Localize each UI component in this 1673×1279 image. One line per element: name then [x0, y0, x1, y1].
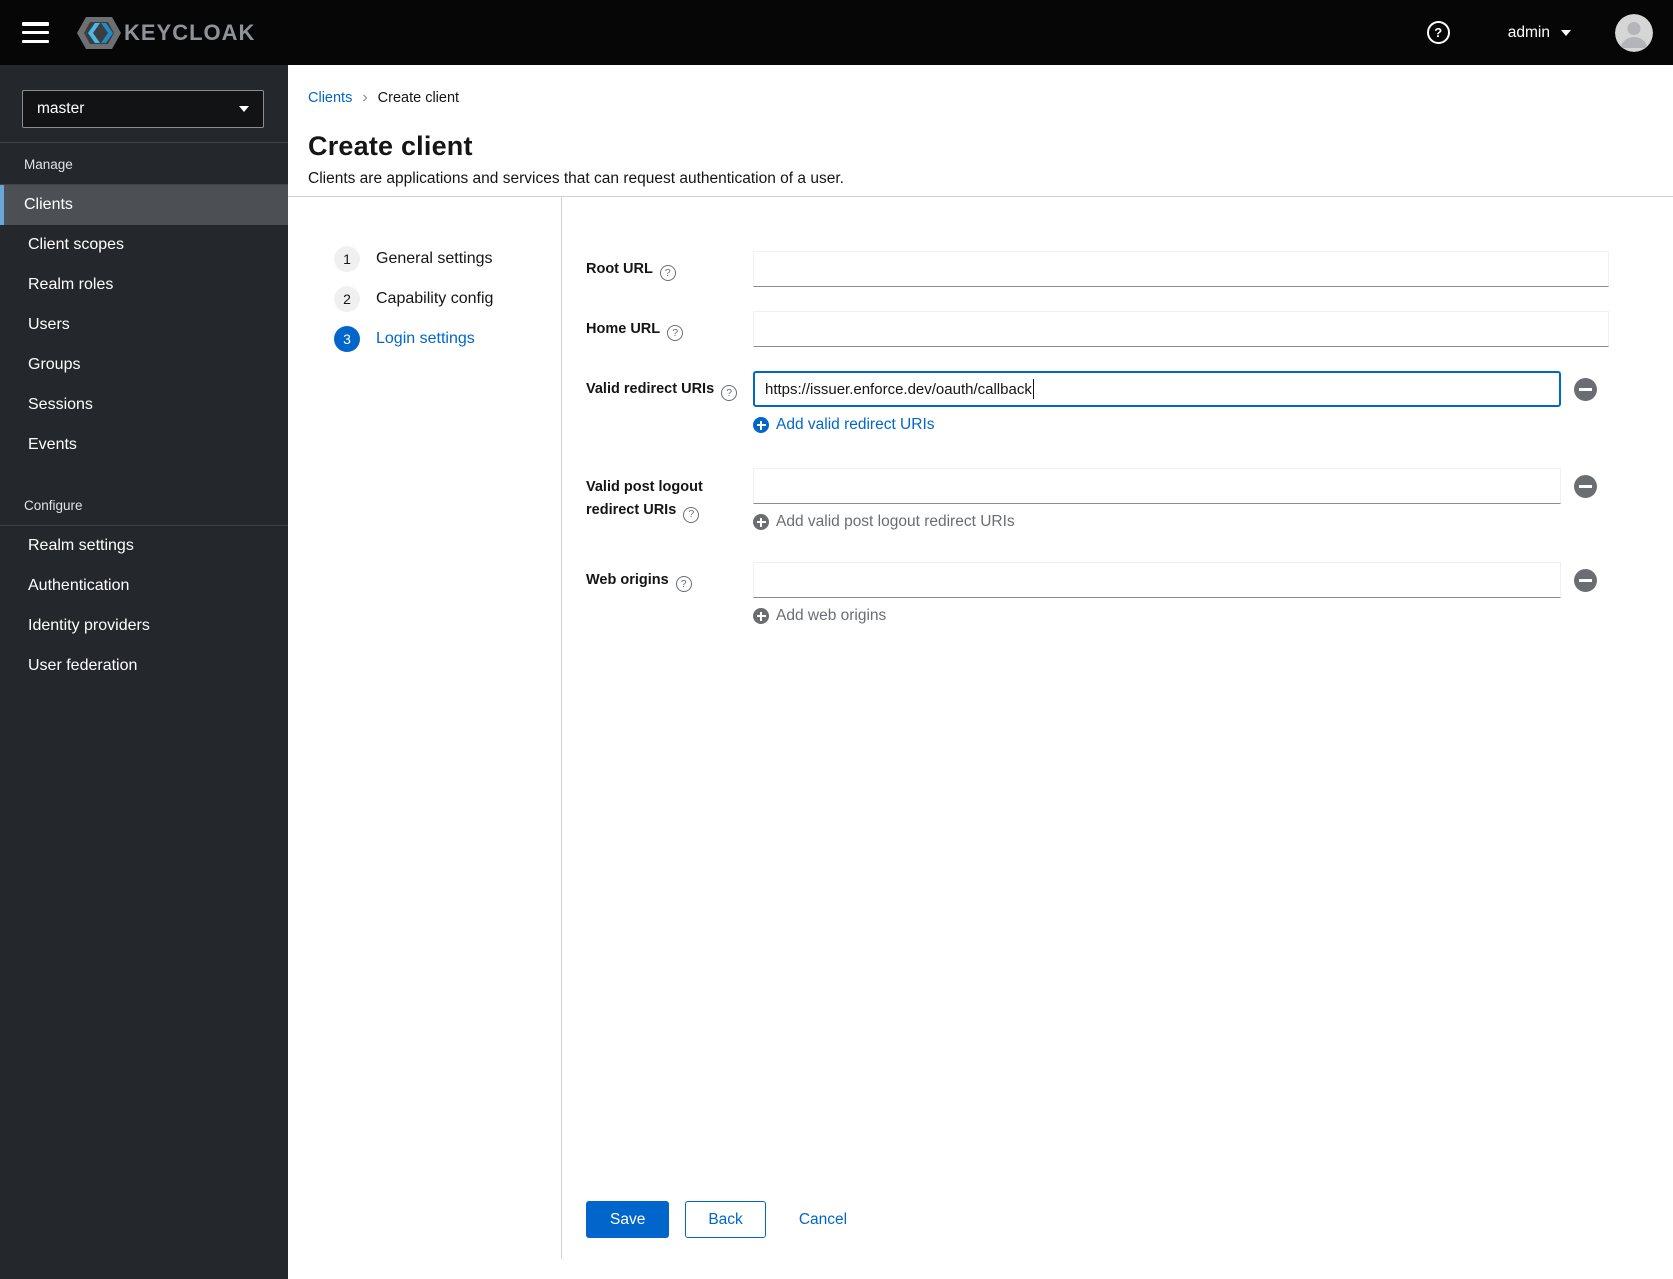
realm-selector-value: master	[37, 100, 85, 117]
help-icon[interactable]: ?	[675, 576, 692, 592]
avatar-person-icon	[1615, 13, 1653, 52]
topbar: KEYCLOAK ? admin	[0, 0, 1673, 65]
wizard-step-general-settings[interactable]: 1 General settings	[334, 239, 562, 279]
realm-selector[interactable]: master	[22, 90, 264, 128]
avatar[interactable]	[1615, 13, 1653, 52]
step-number: 3	[334, 326, 360, 352]
web-origins-label: Web origins?	[586, 562, 753, 598]
step-number: 1	[334, 246, 360, 272]
chevron-down-icon	[239, 106, 249, 112]
username: admin	[1507, 23, 1550, 41]
sidebar-item-users[interactable]: Users	[0, 305, 288, 345]
wizard-steps: 1 General settings 2 Capability config 3…	[288, 197, 562, 1279]
back-button[interactable]: Back	[685, 1201, 766, 1238]
help-icon[interactable]: ?	[659, 265, 676, 281]
keycloak-logo: KEYCLOAK	[76, 13, 255, 53]
remove-web-origin-button[interactable]	[1574, 568, 1597, 592]
wizard-content: 1 General settings 2 Capability config 3…	[288, 197, 1673, 1279]
wizard-step-capability-config[interactable]: 2 Capability config	[334, 279, 562, 319]
remove-redirect-uri-button[interactable]	[1574, 377, 1597, 401]
sidebar-item-realm-settings[interactable]: Realm settings	[0, 526, 288, 566]
help-icon[interactable]: ?	[683, 506, 700, 523]
web-origins-group: Add web origins	[753, 562, 1597, 625]
web-origins-input[interactable]	[753, 562, 1561, 598]
add-web-origins-button[interactable]: Add web origins	[753, 607, 886, 625]
save-button[interactable]: Save	[586, 1201, 670, 1238]
root-url-row: Root URL?	[586, 251, 1673, 287]
remove-post-logout-uri-button[interactable]	[1574, 474, 1597, 498]
keycloak-logo-text: KEYCLOAK	[124, 19, 256, 45]
sidebar-item-client-scopes[interactable]: Client scopes	[0, 225, 288, 265]
help-icon[interactable]: ?	[1426, 21, 1450, 44]
post-logout-uris-label: Valid post logout redirect URIs?	[586, 468, 753, 523]
login-settings-form: Root URL? Home URL? Valid redirect URIs?	[562, 197, 1673, 1279]
hamburger-menu-icon[interactable]	[22, 22, 49, 43]
breadcrumb-current: Create client	[377, 90, 460, 106]
nav-list-manage: Clients Client scopes Realm roles Users …	[0, 185, 288, 465]
home-url-input[interactable]	[753, 311, 1609, 347]
nav-section-manage: Manage	[0, 143, 288, 185]
keycloak-admin-console: KEYCLOAK ? admin master Manage Clients C…	[0, 0, 1673, 1279]
page-subtitle: Clients are applications and services th…	[308, 170, 844, 187]
step-number: 2	[334, 286, 360, 312]
page-header: Clients › Create client Create client Cl…	[288, 65, 1673, 197]
help-icon[interactable]: ?	[667, 325, 684, 341]
post-logout-uris-input[interactable]	[753, 468, 1561, 504]
chevron-right-icon: ›	[362, 89, 368, 106]
page-title: Create client	[308, 131, 473, 161]
keycloak-logo-icon	[77, 16, 121, 49]
post-logout-uris-row: Valid post logout redirect URIs? Add val…	[586, 468, 1673, 531]
chevron-down-icon	[1561, 29, 1571, 36]
step-label: General settings	[376, 250, 493, 267]
form-actions: Save Back Cancel	[586, 1201, 847, 1238]
sidebar-item-identity-providers[interactable]: Identity providers	[0, 606, 288, 646]
user-menu-dropdown[interactable]: admin	[1508, 24, 1571, 42]
wizard-step-login-settings[interactable]: 3 Login settings	[334, 319, 562, 359]
valid-redirect-uris-value: https://issuer.enforce.dev/oauth/callbac…	[765, 380, 1032, 398]
valid-redirect-uris-row: Valid redirect URIs? https://issuer.enfo…	[586, 371, 1673, 434]
sidebar-item-user-federation[interactable]: User federation	[0, 646, 288, 686]
breadcrumb-clients-link[interactable]: Clients	[308, 90, 352, 106]
step-label: Login settings	[376, 330, 475, 347]
main-content: Clients › Create client Create client Cl…	[288, 65, 1673, 1279]
nav-section-configure: Configure	[0, 465, 288, 526]
valid-redirect-uris-group: https://issuer.enforce.dev/oauth/callbac…	[753, 371, 1597, 434]
sidebar: master Manage Clients Client scopes Real…	[0, 65, 288, 1279]
sidebar-item-sessions[interactable]: Sessions	[0, 385, 288, 425]
sidebar-item-events[interactable]: Events	[0, 425, 288, 465]
add-post-logout-uris-button[interactable]: Add valid post logout redirect URIs	[753, 513, 1015, 531]
web-origins-row: Web origins? Add web origins	[586, 562, 1673, 625]
realm-selector-block: master	[0, 65, 288, 143]
nav-list-configure: Realm settings Authentication Identity p…	[0, 526, 288, 686]
help-icon[interactable]: ?	[721, 385, 738, 401]
help-glyph: ?	[1434, 25, 1443, 40]
home-url-label: Home URL?	[586, 311, 753, 347]
topbar-right: ? admin	[1426, 13, 1653, 52]
sidebar-item-authentication[interactable]: Authentication	[0, 566, 288, 606]
root-url-label: Root URL?	[586, 251, 753, 287]
root-url-input[interactable]	[753, 251, 1609, 287]
cancel-button[interactable]: Cancel	[799, 1201, 847, 1238]
add-valid-redirect-uris-button[interactable]: Add valid redirect URIs	[753, 416, 935, 434]
plus-circle-icon	[753, 608, 769, 624]
text-caret	[1032, 379, 1035, 399]
step-label: Capability config	[376, 290, 494, 307]
sidebar-item-realm-roles[interactable]: Realm roles	[0, 265, 288, 305]
valid-redirect-uris-label: Valid redirect URIs?	[586, 371, 753, 407]
sidebar-item-groups[interactable]: Groups	[0, 345, 288, 385]
sidebar-item-clients[interactable]: Clients	[0, 185, 288, 225]
valid-redirect-uris-input[interactable]: https://issuer.enforce.dev/oauth/callbac…	[753, 371, 1561, 407]
breadcrumb: Clients › Create client	[308, 89, 1673, 107]
plus-circle-icon	[753, 417, 769, 433]
plus-circle-icon	[753, 514, 769, 530]
home-url-row: Home URL?	[586, 311, 1673, 347]
post-logout-uris-group: Add valid post logout redirect URIs	[753, 468, 1597, 531]
